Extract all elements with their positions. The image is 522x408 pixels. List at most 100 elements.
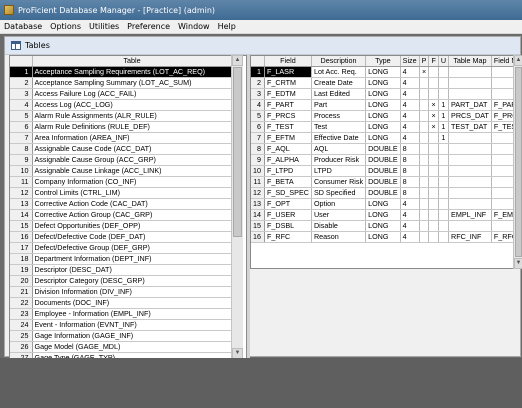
cell-f[interactable] [428,132,439,145]
cell-field[interactable]: F_CRTM [264,77,312,90]
cell-field[interactable]: F_BETA [264,176,312,189]
cell-size[interactable]: 4 [400,99,420,112]
row-number[interactable]: 25 [10,330,33,343]
cell-field[interactable]: F_RFC [264,231,312,244]
cell-p[interactable] [419,121,430,134]
cell-u[interactable] [438,143,450,156]
row-number[interactable]: 14 [251,209,265,222]
row-number[interactable]: 19 [10,264,33,277]
table-name-cell[interactable]: Corrective Action Group (CAC_GRP) [32,209,233,222]
field-row[interactable]: 15 F_DSBL Disable LONG 4 [251,220,522,233]
cell-f[interactable] [428,187,439,200]
menu-help[interactable]: Help [214,22,240,31]
table-row[interactable]: 22 Documents (DOC_INF) [10,297,233,310]
row-number[interactable]: 23 [10,308,33,321]
scroll-down-arrow-icon[interactable]: ▼ [514,258,522,269]
row-number[interactable]: 6 [251,121,265,134]
table-row[interactable]: 9 Assignable Cause Group (ACC_GRP) [10,154,233,167]
cell-type[interactable]: LONG [365,88,401,101]
cell-p[interactable] [419,99,430,112]
table-column-header[interactable]: Table [32,56,233,68]
cell-table-map[interactable]: PRCS_DAT [448,110,492,123]
field-row[interactable]: 16 F_RFC Reason LONG 4 RFC_INF F_RFC [251,231,522,244]
table-row[interactable]: 23 Employee - Information (EMPL_INF) [10,308,233,321]
cell-size[interactable]: 8 [400,165,420,178]
cell-size[interactable]: 8 [400,176,420,189]
field-row[interactable]: 1 F_LASR Lot Acc. Req. LONG 4 × [251,66,522,79]
cell-type[interactable]: LONG [365,220,401,233]
cell-description[interactable]: Effective Date [311,132,367,145]
row-number[interactable]: 6 [10,121,33,134]
column-header-size[interactable]: Size [400,56,420,68]
row-number[interactable]: 5 [10,110,33,123]
cell-description[interactable]: Last Edited [311,88,367,101]
cell-f[interactable]: × [428,110,439,123]
cell-field[interactable]: F_AQL [264,143,312,156]
cell-p[interactable] [419,154,430,167]
menu-options[interactable]: Options [46,22,85,31]
cell-table-map[interactable] [448,154,492,167]
cell-type[interactable]: LONG [365,231,401,244]
table-row[interactable]: 18 Department Information (DEPT_INF) [10,253,233,266]
cell-p[interactable] [419,143,430,156]
cell-field[interactable]: F_ALPHA [264,154,312,167]
cell-type[interactable]: LONG [365,198,401,211]
cell-f[interactable] [428,143,439,156]
table-name-cell[interactable]: Alarm Rule Definitions (RULE_DEF) [32,121,233,134]
cell-u[interactable]: 1 [438,110,450,123]
table-row[interactable]: 3 Access Failure Log (ACC_FAIL) [10,88,233,101]
row-number[interactable]: 22 [10,297,33,310]
cell-size[interactable]: 4 [400,209,420,222]
cell-size[interactable]: 4 [400,220,420,233]
row-number[interactable]: 7 [10,132,33,145]
cell-f[interactable] [428,165,439,178]
cell-table-map[interactable] [448,187,492,200]
cell-field[interactable]: F_OPT [264,198,312,211]
table-name-cell[interactable]: Assignable Cause Linkage (ACC_LINK) [32,165,233,178]
cell-field[interactable]: F_PRCS [264,110,312,123]
table-name-cell[interactable]: Access Failure Log (ACC_FAIL) [32,88,233,101]
cell-description[interactable]: Producer Risk [311,154,367,167]
table-name-cell[interactable]: Assignable Cause Code (ACC_DAT) [32,143,233,156]
row-number[interactable]: 16 [251,231,265,244]
field-row[interactable]: 13 F_OPT Option LONG 4 [251,198,522,211]
column-header-field[interactable]: Field [264,56,312,68]
cell-u[interactable]: 1 [438,99,450,112]
cell-table-map[interactable] [448,220,492,233]
cell-size[interactable]: 8 [400,187,420,200]
field-row[interactable]: 10 F_LTPD LTPD DOUBLE 8 [251,165,522,178]
field-row[interactable]: 7 F_EFTM Effective Date LONG 4 1 [251,132,522,145]
row-number[interactable]: 12 [10,187,33,200]
cell-f[interactable] [428,209,439,222]
table-row[interactable]: 16 Defect/Defective Code (DEF_DAT) [10,231,233,244]
cell-type[interactable]: LONG [365,77,401,90]
table-name-cell[interactable]: Access Log (ACC_LOG) [32,99,233,112]
cell-p[interactable] [419,88,430,101]
cell-f[interactable]: × [428,99,439,112]
cell-type[interactable]: DOUBLE [365,176,401,189]
cell-u[interactable] [438,187,450,200]
cell-f[interactable] [428,88,439,101]
table-row[interactable]: 10 Assignable Cause Linkage (ACC_LINK) [10,165,233,178]
cell-description[interactable]: Part [311,99,367,112]
field-row[interactable]: 12 F_SD_SPEC SD Specified DOUBLE 8 [251,187,522,200]
table-row[interactable]: 24 Event - Information (EVNT_INF) [10,319,233,332]
cell-p[interactable] [419,132,430,145]
table-row[interactable]: 8 Assignable Cause Code (ACC_DAT) [10,143,233,156]
cell-u[interactable] [438,176,450,189]
field-row[interactable]: 8 F_AQL AQL DOUBLE 8 [251,143,522,156]
row-number[interactable]: 18 [10,253,33,266]
field-row[interactable]: 9 F_ALPHA Producer Risk DOUBLE 8 [251,154,522,167]
menu-utilities[interactable]: Utilities [85,22,123,31]
table-row[interactable]: 25 Gage Information (GAGE_INF) [10,330,233,343]
cell-type[interactable]: DOUBLE [365,187,401,200]
cell-field[interactable]: F_LTPD [264,165,312,178]
row-number[interactable]: 3 [251,88,265,101]
row-number[interactable]: 1 [10,66,33,79]
table-row[interactable]: 17 Defect/Defective Group (DEF_GRP) [10,242,233,255]
cell-type[interactable]: DOUBLE [365,143,401,156]
cell-size[interactable]: 4 [400,132,420,145]
cell-type[interactable]: LONG [365,110,401,123]
table-row[interactable]: 7 Area Information (AREA_INF) [10,132,233,145]
scroll-up-arrow-icon[interactable]: ▲ [514,55,522,66]
